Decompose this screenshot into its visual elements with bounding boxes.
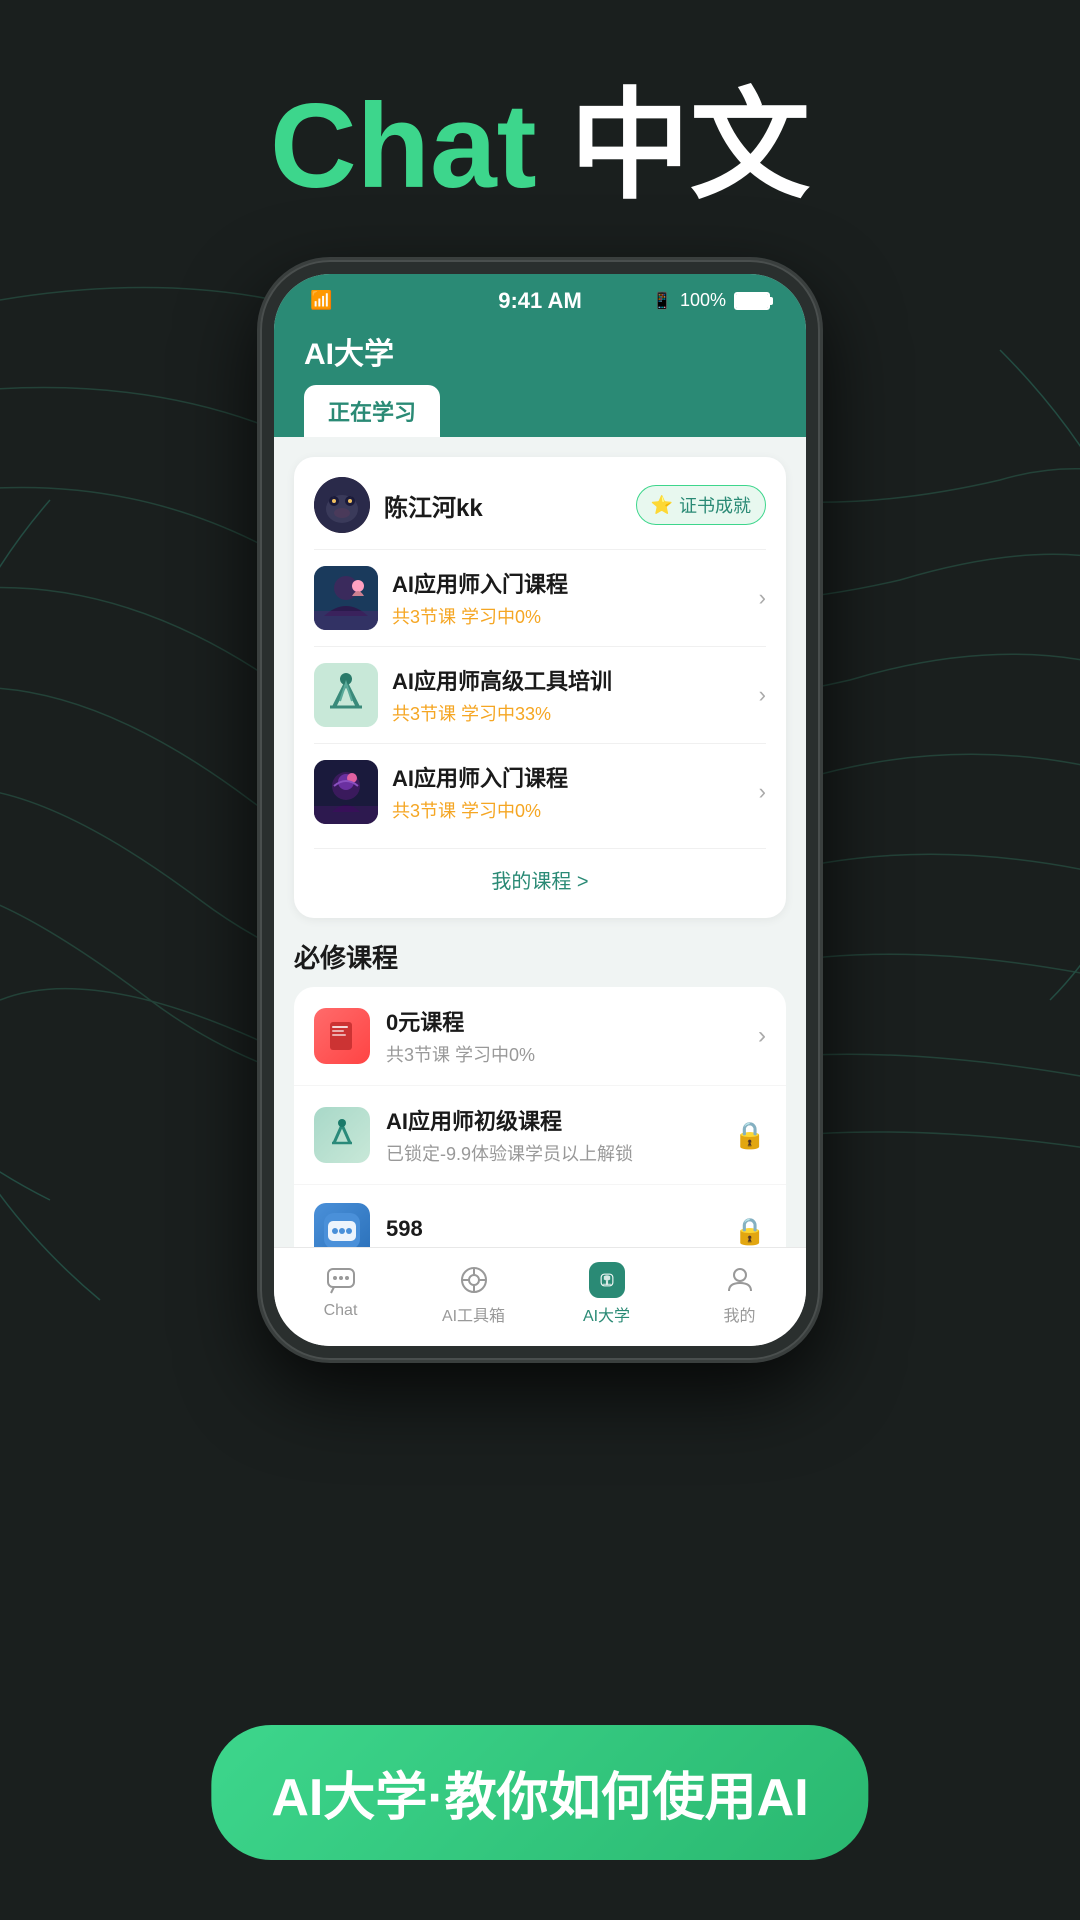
required-item-3[interactable]: 598 🔒 bbox=[294, 1185, 786, 1247]
username: 陈江河kk bbox=[384, 488, 483, 523]
req-icon-3 bbox=[314, 1203, 370, 1247]
bluetooth-icon: 📱 bbox=[652, 291, 672, 311]
nav-item-chat[interactable]: Chat bbox=[301, 1262, 381, 1326]
battery-fill bbox=[736, 294, 768, 308]
req-meta-1: 共3节课 学习中0% bbox=[386, 1041, 742, 1067]
required-list: 0元课程 共3节课 学习中0% › bbox=[294, 987, 786, 1247]
app-title: AI大学 bbox=[304, 329, 776, 373]
status-left: 📶 bbox=[310, 290, 332, 311]
cert-label: 证书成就 bbox=[679, 492, 751, 518]
nav-label-profile: 我的 bbox=[723, 1302, 755, 1326]
course-name-2: AI应用师高级工具培训 bbox=[392, 664, 745, 696]
bottom-cta[interactable]: AI大学·教你如何使用AI bbox=[211, 1725, 868, 1860]
my-courses-link[interactable]: 我的课程 > bbox=[314, 848, 766, 898]
phone-screen: 📶 9:41 AM 📱 100% AI大学 正在学习 bbox=[274, 274, 806, 1346]
req-meta-2: 已锁定-9.9体验课学员以上解锁 bbox=[386, 1140, 718, 1166]
nav-item-profile[interactable]: 我的 bbox=[700, 1262, 780, 1326]
course-info-1: AI应用师入门课程 共3节课 学习中0% bbox=[392, 567, 745, 629]
wifi-icon: 📶 bbox=[310, 290, 332, 311]
status-time: 9:41 AM bbox=[498, 288, 582, 314]
user-row: 陈江河kk ⭐ 证书成就 bbox=[314, 477, 766, 533]
lock-icon-2: 🔒 bbox=[734, 1120, 766, 1150]
req-info-2: AI应用师初级课程 已锁定-9.9体验课学员以上解锁 bbox=[386, 1104, 718, 1166]
page-header: Chat 中文 bbox=[0, 80, 1080, 212]
req-name-1: 0元课程 bbox=[386, 1005, 742, 1037]
chevron-right-2: › bbox=[759, 682, 766, 708]
nav-label-university: AI大学 bbox=[583, 1302, 630, 1326]
req-name-2: AI应用师初级课程 bbox=[386, 1104, 718, 1136]
nav-toolbox-icon bbox=[456, 1262, 492, 1298]
course-name-1: AI应用师入门课程 bbox=[392, 567, 745, 599]
chat-label: Chat bbox=[270, 79, 537, 213]
req-icon-2 bbox=[314, 1107, 370, 1163]
required-section-title: 必修课程 bbox=[274, 918, 806, 987]
nav-item-toolbox[interactable]: AI工具箱 bbox=[434, 1262, 514, 1326]
nav-label-toolbox: AI工具箱 bbox=[442, 1302, 505, 1326]
top-tab-bar: 正在学习 bbox=[304, 385, 776, 437]
req-action-1: › bbox=[758, 1022, 766, 1050]
chevron-right-1: › bbox=[759, 585, 766, 611]
avatar-image bbox=[314, 477, 370, 533]
req-info-3: 598 bbox=[386, 1216, 718, 1246]
course-meta-3: 共3节课 学习中0% bbox=[392, 797, 745, 823]
course-thumb-2 bbox=[314, 663, 378, 727]
req-info-1: 0元课程 共3节课 学习中0% bbox=[386, 1005, 742, 1067]
required-item-2[interactable]: AI应用师初级课程 已锁定-9.9体验课学员以上解锁 🔒 bbox=[294, 1086, 786, 1185]
course-item-1[interactable]: AI应用师入门课程 共3节课 学习中0% › bbox=[314, 549, 766, 646]
chinese-label: 中文 bbox=[570, 79, 810, 213]
my-courses-text: 我的课程 > bbox=[491, 871, 588, 893]
learning-card: 陈江河kk ⭐ 证书成就 bbox=[294, 457, 786, 918]
cert-badge[interactable]: ⭐ 证书成就 bbox=[636, 485, 766, 525]
course-meta-2: 共3节课 学习中33% bbox=[392, 700, 745, 726]
tab-learning[interactable]: 正在学习 bbox=[304, 385, 440, 437]
battery-icon bbox=[734, 292, 770, 310]
nav-university-icon bbox=[589, 1262, 625, 1298]
req-action-2: 🔒 bbox=[734, 1120, 766, 1151]
arrow-icon-1: › bbox=[758, 1022, 766, 1049]
req-action-3: 🔒 bbox=[734, 1216, 766, 1247]
chevron-right-3: › bbox=[759, 779, 766, 805]
app-header: AI大学 正在学习 bbox=[274, 319, 806, 437]
status-bar: 📶 9:41 AM 📱 100% bbox=[274, 274, 806, 319]
course-thumb-3 bbox=[314, 760, 378, 824]
course-item-2[interactable]: AI应用师高级工具培训 共3节课 学习中33% › bbox=[314, 646, 766, 743]
header-title: Chat 中文 bbox=[0, 80, 1080, 212]
status-right: 📱 100% bbox=[652, 290, 770, 311]
nav-item-university[interactable]: AI大学 bbox=[567, 1262, 647, 1326]
course-meta-1: 共3节课 学习中0% bbox=[392, 603, 745, 629]
avatar bbox=[314, 477, 370, 533]
nav-chat-icon bbox=[323, 1262, 359, 1298]
bottom-nav: Chat AI工具箱 bbox=[274, 1247, 806, 1346]
nav-label-chat: Chat bbox=[324, 1302, 358, 1320]
req-icon-1 bbox=[314, 1008, 370, 1064]
course-name-3: AI应用师入门课程 bbox=[392, 761, 745, 793]
nav-profile-icon bbox=[722, 1262, 758, 1298]
cta-text: AI大学·教你如何使用AI bbox=[271, 1769, 808, 1827]
star-icon: ⭐ bbox=[651, 495, 673, 516]
lock-icon-3: 🔒 bbox=[734, 1216, 766, 1246]
course-info-2: AI应用师高级工具培训 共3节课 学习中33% bbox=[392, 664, 745, 726]
user-info: 陈江河kk bbox=[314, 477, 483, 533]
battery-percent: 100% bbox=[680, 290, 726, 311]
phone-frame: 📶 9:41 AM 📱 100% AI大学 正在学习 bbox=[260, 260, 820, 1360]
course-item-3[interactable]: AI应用师入门课程 共3节课 学习中0% › bbox=[314, 743, 766, 840]
app-content: 陈江河kk ⭐ 证书成就 bbox=[274, 437, 806, 1247]
course-thumb-1 bbox=[314, 566, 378, 630]
required-item-1[interactable]: 0元课程 共3节课 学习中0% › bbox=[294, 987, 786, 1086]
course-info-3: AI应用师入门课程 共3节课 学习中0% bbox=[392, 761, 745, 823]
phone-mockup: 📶 9:41 AM 📱 100% AI大学 正在学习 bbox=[260, 260, 820, 1360]
req-name-3: 598 bbox=[386, 1216, 718, 1242]
